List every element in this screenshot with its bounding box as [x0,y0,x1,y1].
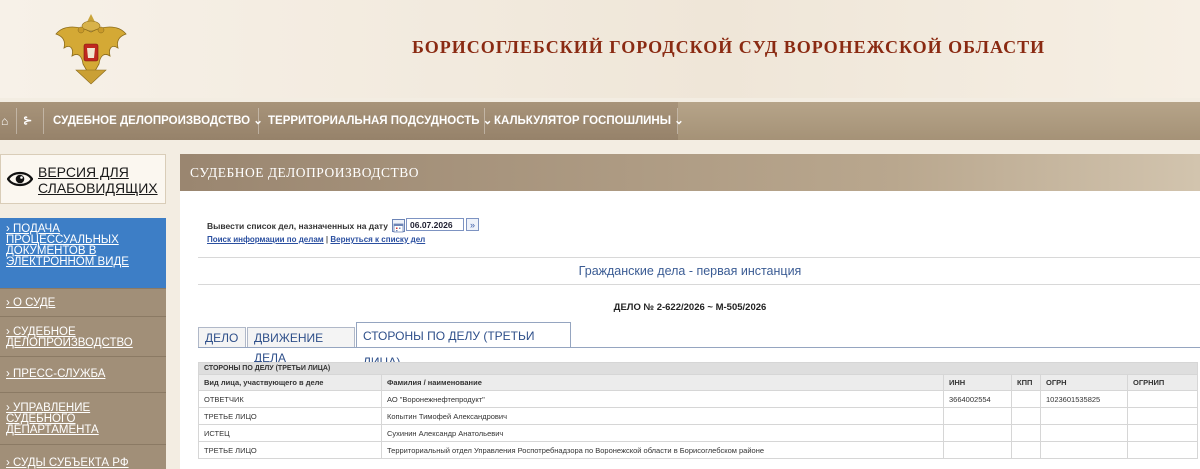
home-icon[interactable]: ⌂ [1,102,8,140]
table-cell [943,407,1012,425]
table-cell [1011,441,1041,459]
nav-divider [677,108,678,134]
back-to-list-link[interactable]: Вернуться к списку дел [330,235,425,244]
sitemap-icon[interactable]: ⊱ [23,102,32,140]
show-cases-button[interactable]: » [466,218,479,231]
main-content: СУДЕБНОЕ ДЕЛОПРОИЗВОДСТВО Вывести список… [180,154,1200,469]
table-cell [1126,407,1199,425]
coat-of-arms-emblem[interactable] [50,8,132,90]
nav-divider [43,108,44,134]
table-caption: СТОРОНЫ ПО ДЕЛУ (ТРЕТЬИ ЛИЦА) [197,362,1199,375]
parties-table: СТОРОНЫ ПО ДЕЛУ (ТРЕТЬИ ЛИЦА) Вид лица, … [197,362,1199,459]
sidebar-item-label: › О СУДЕ [6,297,56,309]
table-cell [943,441,1012,459]
sidebar-item-label: › СУДЫ СУБЪЕКТА РФ [6,457,129,469]
section-header: СУДЕБНОЕ ДЕЛОПРОИЗВОДСТВО [180,154,1200,191]
tab-case-movement[interactable]: ДВИЖЕНИЕ ДЕЛА [247,327,355,365]
low-vision-line-1: ВЕРСИЯ ДЛЯ [38,164,129,180]
table-cell: АО "Воронежнефтепродукт" [381,390,944,408]
low-vision-label: ВЕРСИЯ ДЛЯ СЛАБОВИДЯЩИХ [38,164,158,196]
tab-case[interactable]: ДЕЛО [198,327,246,347]
table-cell [1126,390,1199,408]
column-header: КПП [1011,374,1041,391]
eye-icon [7,171,33,187]
table-header-row: Вид лица, участвующего в деле Фамилия / … [198,374,1199,391]
date-filter-label: Вывести список дел, назначенных на дату [207,221,389,231]
table-cell [1040,424,1128,442]
sidebar-item-label: ДЕПАРТАМЕНТА [6,424,99,436]
column-header: Вид лица, участвующего в деле [198,374,382,391]
table-cell: ОТВЕТЧИК [198,390,382,408]
date-input[interactable]: 06.07.2026 [406,218,464,231]
divider [198,284,1200,285]
nav-item-territorial-jurisdiction[interactable]: ТЕРРИТОРИАЛЬНАЯ ПОДСУДНОСТЬ ⌄ [268,102,492,140]
table-cell [1126,424,1199,442]
low-vision-line-2: СЛАБОВИДЯЩИХ [38,180,158,196]
nav-divider [484,108,485,134]
site-header: БОРИСОГЛЕБСКИЙ ГОРОДСКОЙ СУД ВОРОНЕЖСКОЙ… [0,0,1200,98]
sidebar: ВЕРСИЯ ДЛЯ СЛАБОВИДЯЩИХ › ПОДАЧА ПРОЦЕСС… [0,154,166,469]
column-header: ОГРНИП [1126,374,1199,391]
table-row: ТРЕТЬЕ ЛИЦО Копытин Тимофей Александрови… [198,407,1199,425]
table-cell: Территориальный отдел Управления Роспотр… [381,441,944,459]
nav-item-judicial-records[interactable]: СУДЕБНОЕ ДЕЛОПРОИЗВОДСТВО ⌄ [53,102,263,140]
table-cell: Сухинин Александр Анатольевич [381,424,944,442]
table-caption-row: СТОРОНЫ ПО ДЕЛУ (ТРЕТЬИ ЛИЦА) [197,362,1199,375]
nav-divider [258,108,259,134]
court-title: БОРИСОГЛЕБСКИЙ ГОРОДСКОЙ СУД ВОРОНЕЖСКОЙ… [412,37,1046,57]
tabs-baseline [198,347,1200,348]
column-header: ОГРН [1040,374,1128,391]
sidebar-item-electronic-filing[interactable]: › ПОДАЧА ПРОЦЕССУАЛЬНЫХ ДОКУМЕНТОВ В ЭЛЕ… [0,218,166,288]
table-cell [1011,424,1041,442]
calendar-glyph-icon [393,223,404,233]
table-row: ОТВЕТЧИК АО "Воронежнефтепродукт" 366400… [198,390,1199,408]
search-cases-link[interactable]: Поиск информации по делам [207,235,324,244]
case-links: Поиск информации по делам | Вернуться к … [207,235,425,244]
sidebar-item-regional-courts[interactable]: › СУДЫ СУБЪЕКТА РФ [0,444,166,469]
nav-bar: ⌂ ⊱ СУДЕБНОЕ ДЕЛОПРОИЗВОДСТВО ⌄ ТЕРРИТОР… [0,102,684,140]
section-title: СУДЕБНОЕ ДЕЛОПРОИЗВОДСТВО [190,165,420,180]
table-cell: ТРЕТЬЕ ЛИЦО [198,407,382,425]
table-cell [1126,441,1199,459]
table-cell [1011,407,1041,425]
sidebar-item-label: ДЕЛОПРОИЗВОДСТВО [6,337,133,349]
nav-divider [16,108,17,134]
low-vision-version-button[interactable]: ВЕРСИЯ ДЛЯ СЛАБОВИДЯЩИХ [0,154,166,204]
column-header: ИНН [943,374,1012,391]
sidebar-item-label: › ПРЕСС-СЛУЖБА [6,368,106,380]
sidebar-item-press-service[interactable]: › ПРЕСС-СЛУЖБА [0,356,166,392]
sidebar-item-judicial-department[interactable]: › УПРАВЛЕНИЕ СУДЕБНОГО ДЕПАРТАМЕНТА [0,392,166,444]
nav-item-fee-calculator[interactable]: КАЛЬКУЛЯТОР ГОСПОШЛИНЫ ⌄ [494,102,684,140]
column-header: Фамилия / наименование [381,374,944,391]
sidebar-item-judicial-records[interactable]: › СУДЕБНОЕ ДЕЛОПРОИЗВОДСТВО [0,316,166,356]
table-cell [1011,390,1041,408]
divider [198,257,1200,258]
table-cell: ИСТЕЦ [198,424,382,442]
sidebar-item-about-court[interactable]: › О СУДЕ [0,288,166,316]
table-cell [1040,407,1128,425]
table-row: ТРЕТЬЕ ЛИЦО Территориальный отдел Управл… [198,441,1199,459]
calendar-icon[interactable] [392,219,405,233]
tab-case-parties[interactable]: СТОРОНЫ ПО ДЕЛУ (ТРЕТЬИ ЛИЦА) [356,322,571,369]
table-cell: Копытин Тимофей Александрович [381,407,944,425]
case-number: ДЕЛО № 2-622/2026 ~ М-505/2026 [613,302,767,313]
main-navigation: ⌂ ⊱ СУДЕБНОЕ ДЕЛОПРОИЗВОДСТВО ⌄ ТЕРРИТОР… [0,102,1200,140]
table-cell: ТРЕТЬЕ ЛИЦО [198,441,382,459]
sidebar-item-label: ЭЛЕКТРОННОМ ВИДЕ [6,256,129,268]
case-type-heading: Гражданские дела - первая инстанция [578,264,802,278]
table-cell: 1023601535825 [1040,390,1128,408]
table-cell [943,424,1012,442]
table-row: ИСТЕЦ Сухинин Александр Анатольевич [198,424,1199,442]
table-cell [1040,441,1128,459]
table-cell: 3664002554 [943,390,1012,408]
